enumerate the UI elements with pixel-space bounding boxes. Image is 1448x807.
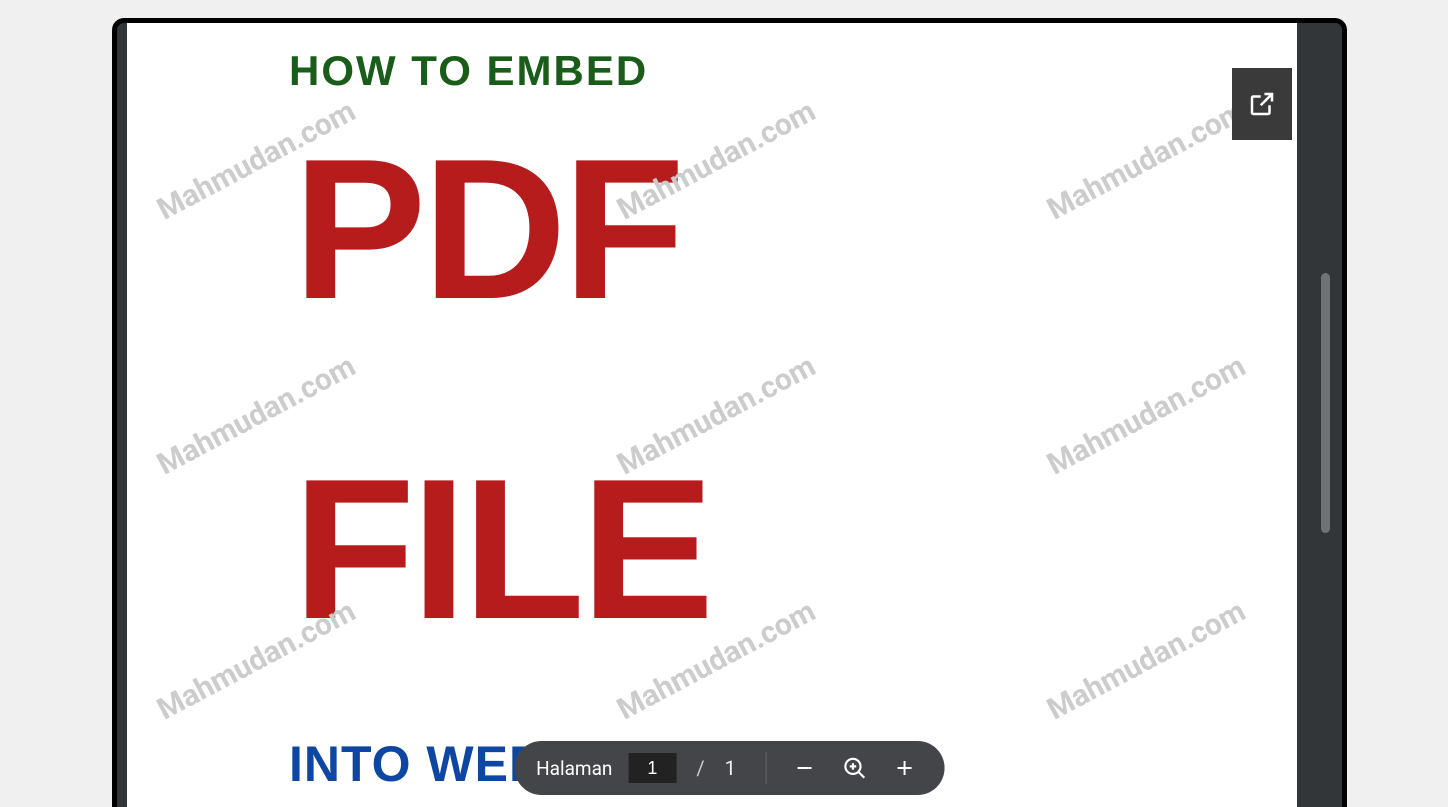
pdf-toolbar: Halaman / 1 [514,741,945,795]
page-number-input[interactable] [628,753,676,783]
pdf-page: HOW TO EMBED PDF FILE INTO WEB PAGE Mahm… [127,23,1297,807]
page-total: 1 [725,756,736,780]
zoom-out-button[interactable] [787,750,823,786]
zoom-icon [842,755,868,781]
watermark: Mahmudan.com [1042,349,1252,483]
minus-icon [793,756,817,780]
document-big-text-1: PDF [293,145,1137,315]
popout-button[interactable] [1232,68,1292,140]
document-heading: HOW TO EMBED [289,47,1137,95]
page-separator: / [696,756,704,780]
document-big-text-2: FILE [293,465,1137,635]
scrollbar-thumb[interactable] [1321,273,1330,533]
plus-icon [893,756,917,780]
zoom-in-button[interactable] [887,750,923,786]
toolbar-divider [766,752,767,784]
page-label: Halaman [536,757,612,780]
scrollbar-track [1302,23,1342,807]
popout-icon [1247,89,1277,119]
pdf-viewer-frame: HOW TO EMBED PDF FILE INTO WEB PAGE Mahm… [112,18,1347,807]
zoom-reset-button[interactable] [837,750,873,786]
